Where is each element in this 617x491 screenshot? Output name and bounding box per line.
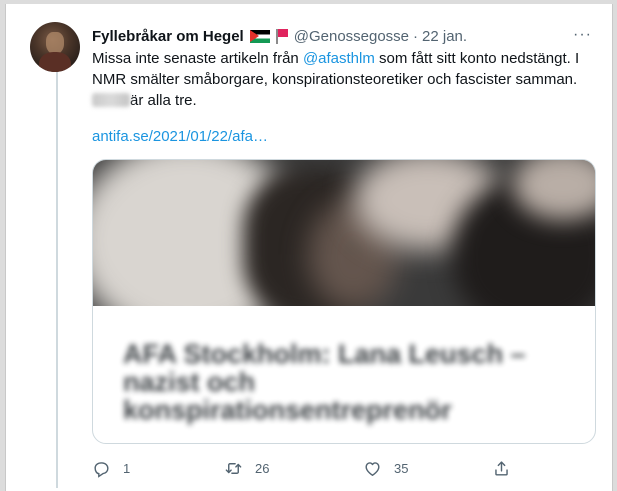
avatar-body bbox=[39, 52, 71, 72]
redacted-name bbox=[92, 93, 130, 107]
mention-link[interactable]: @afasthlm bbox=[303, 50, 375, 67]
reply-button[interactable]: 1 bbox=[92, 456, 130, 480]
tweet-url-link[interactable]: antifa.se/2021/01/22/afa… bbox=[92, 128, 268, 145]
tweet-text-part1: Missa inte senaste artikeln från bbox=[92, 50, 303, 67]
card-title: AFA Stockholm: Lana Leusch – nazist och … bbox=[123, 339, 526, 425]
share-button[interactable] bbox=[492, 456, 511, 480]
reply-count: 1 bbox=[123, 460, 131, 476]
more-icon[interactable]: ··· bbox=[573, 26, 592, 44]
card-image bbox=[93, 160, 595, 306]
tweet-header: Fyllebråkar om Hegel @Genossegosse · 22 … bbox=[92, 24, 592, 48]
tweet-text: Missa inte senaste artikeln från @afasth… bbox=[92, 48, 592, 111]
tweet-frame: Fyllebråkar om Hegel @Genossegosse · 22 … bbox=[5, 4, 613, 491]
timestamp[interactable]: 22 jan. bbox=[422, 28, 467, 45]
reply-icon bbox=[94, 461, 109, 478]
palestine-flag-icon bbox=[249, 29, 270, 43]
retweet-count: 26 bbox=[255, 460, 270, 476]
like-icon bbox=[365, 461, 380, 476]
retweet-button[interactable]: 26 bbox=[224, 456, 269, 480]
tweet-actions: 1 26 35 bbox=[92, 456, 512, 480]
separator: · bbox=[413, 27, 419, 45]
share-icon bbox=[495, 460, 508, 476]
tweet-text-part3: är alla tre. bbox=[130, 92, 197, 109]
user-handle[interactable]: @Genossegosse bbox=[294, 28, 409, 45]
retweet-icon bbox=[225, 462, 242, 474]
like-button[interactable]: 35 bbox=[363, 456, 408, 480]
link-preview-card[interactable]: AFA Stockholm: Lana Leusch – nazist och … bbox=[92, 159, 596, 444]
thread-line bbox=[56, 68, 58, 488]
red-flag-icon bbox=[274, 28, 288, 44]
avatar[interactable] bbox=[30, 22, 80, 72]
like-count: 35 bbox=[394, 460, 409, 476]
avatar-face bbox=[46, 32, 64, 54]
display-name[interactable]: Fyllebråkar om Hegel bbox=[92, 28, 244, 45]
